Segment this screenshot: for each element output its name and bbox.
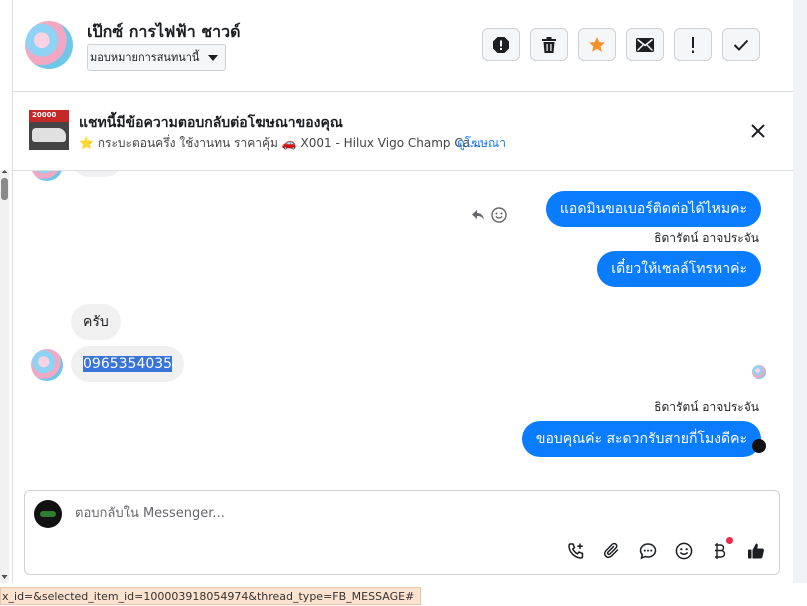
envelope-icon [636,37,654,52]
seen-avatar [752,365,766,379]
sender-name: ธิดารัตน์ อาจประจัน [654,400,759,414]
spam-button[interactable] [482,28,520,61]
sender-name: ธิดารัตน์ อาจประจัน [654,231,759,245]
ad-reply-banner: 20000 แชทนี้มีข้อความตอบกลับต่อโฆษณาของค… [13,92,793,171]
ad-thumb-price: 20000 [32,111,57,119]
chat-bubble-icon[interactable] [637,540,659,562]
contact-avatar[interactable] [25,21,73,69]
page-scrollbar[interactable] [0,170,9,583]
conversation-header: เป๊กซ์ การไฟฟ้า ชาวด์ มอบหมายการสนทนานี้ [13,0,793,92]
view-ad-link[interactable]: ดูโฆษณา [457,134,506,153]
message-actions [471,207,507,223]
message-bubble-outgoing[interactable]: เดี๋ยวให้เซลล์โทรหาค่ะ [597,251,761,287]
reply-input[interactable] [73,505,767,522]
reply-composer [24,490,780,575]
car-icon [32,128,66,142]
star-icon [589,36,605,52]
contact-name[interactable]: เป๊กซ์ การไฟฟ้า ชาวด์ [87,20,240,45]
link-status-bar: x_id=&selected_item_id=100003918054974&t… [0,587,422,605]
page-avatar-read-receipt [752,439,766,453]
smiley-icon[interactable] [673,540,695,562]
message-thread[interactable]: แอดมินขอเบอร์ติดต่อได้ไหมคะ ธิดารัตน์ อา… [13,171,793,487]
paperclip-icon[interactable] [601,540,623,562]
delete-button[interactable] [530,28,568,61]
mark-unread-button[interactable] [626,28,664,61]
window-gutter [793,0,807,583]
exclamation-icon [692,36,694,53]
contact-avatar-small [31,349,63,381]
ad-thumbnail[interactable]: 20000 [29,110,69,150]
close-icon[interactable] [749,122,767,140]
mark-done-button[interactable] [722,28,760,61]
baht-icon[interactable] [709,537,733,562]
octagon-alert-icon [493,36,509,53]
message-bubble-incoming-partial [71,171,123,177]
assign-label: มอบหมายการสนทนานี้ [90,51,200,64]
check-icon [733,39,749,51]
phone-add-icon[interactable] [565,540,587,562]
thumbs-up-icon[interactable] [745,540,767,562]
caret-down-icon [208,55,219,61]
reply-icon[interactable] [471,209,485,221]
contact-avatar-small [31,171,63,181]
phone-number-text[interactable]: 0965354035 [83,356,173,372]
composer-toolbar [565,537,767,562]
page-avatar [34,500,62,528]
message-bubble-incoming[interactable]: ครับ [71,304,121,340]
assign-conversation-dropdown[interactable]: มอบหมายการสนทนานี้ [87,44,227,71]
message-bubble-incoming[interactable]: 0965354035 [71,346,185,382]
follow-up-button[interactable] [674,28,712,61]
notification-dot [726,537,733,544]
ad-banner-title: แชทนี้มีข้อความตอบกลับต่อโฆษณาของคุณ [79,115,343,131]
ad-banner-subtitle: ⭐ กระบะตอนครึ่ง ใช้งานทน ราคาคุ้ม 🚗 X001… [79,136,482,150]
trash-icon [542,36,556,53]
message-bubble-outgoing[interactable]: ขอบคุณค่ะ สะดวกรับสายกี่โมงดีคะ [521,421,761,457]
star-button[interactable] [578,28,616,61]
react-smiley-icon[interactable] [491,207,507,223]
message-bubble-outgoing[interactable]: แอดมินขอเบอร์ติดต่อได้ไหมคะ [545,191,761,227]
